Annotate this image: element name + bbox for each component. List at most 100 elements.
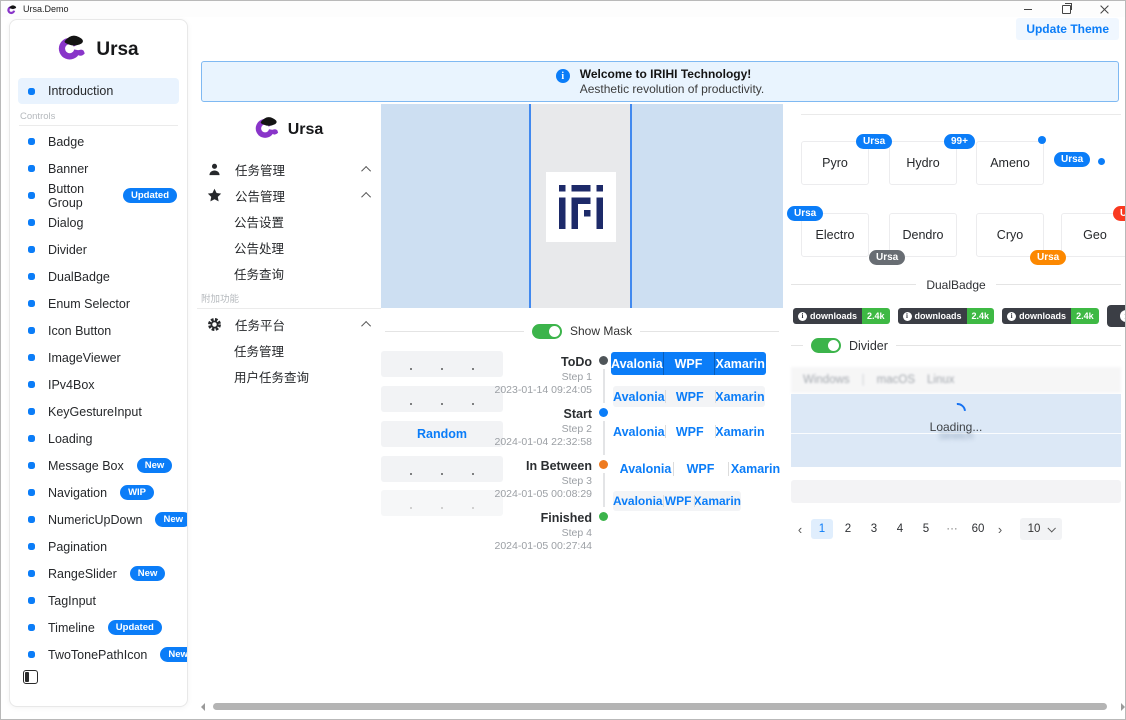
bullet-icon	[28, 543, 35, 550]
sidebar-item[interactable]: TwoTonePathIcon New	[18, 641, 179, 668]
button-group-button[interactable]: WPF	[663, 491, 694, 511]
button-group-button[interactable]: Avalonia	[613, 421, 665, 442]
page-button[interactable]: 1	[811, 519, 833, 539]
sidebar-item[interactable]: Navigation WIP	[18, 479, 179, 506]
mask-boundary-line[interactable]	[630, 104, 632, 308]
timeline-step-subtitle: Step 2	[562, 423, 592, 435]
bullet-icon	[28, 327, 35, 334]
menu-group-announcement-management[interactable]: 公告管理	[197, 182, 381, 208]
sidebar-collapse-button[interactable]	[23, 670, 38, 684]
sidebar-item[interactable]: Message Box New	[18, 452, 179, 479]
menu-subitem[interactable]: 任务查询	[197, 260, 381, 286]
divider-line	[640, 331, 779, 332]
button-group-button[interactable]: Avalonia	[611, 352, 663, 375]
mask-boundary-line[interactable]	[529, 104, 531, 308]
horizontal-scrollbar[interactable]	[197, 702, 1126, 712]
timeline-step-title: ToDo	[561, 355, 592, 369]
timeline-step-time: 2024-01-05 00:08:29	[495, 488, 593, 500]
menu-group-task-management[interactable]: 任务管理	[197, 156, 381, 182]
menu-group-task-platform[interactable]: 任务平台	[197, 311, 381, 337]
page-button[interactable]: 4	[889, 519, 911, 539]
button-group-button[interactable]: WPF	[665, 386, 715, 407]
close-button[interactable]	[1097, 3, 1111, 15]
sidebar-item[interactable]: NumericUpDown New	[18, 506, 179, 533]
scroll-right-icon[interactable]	[1121, 703, 1125, 711]
sidebar-item[interactable]: Button Group Updated	[18, 182, 179, 209]
bullet-icon	[28, 408, 35, 415]
tab-windows[interactable]: Windows	[803, 374, 850, 386]
sidebar-item[interactable]: Pagination	[18, 533, 179, 560]
sidebar-item[interactable]: Banner	[18, 155, 179, 182]
button-group-button[interactable]: Avalonia	[613, 491, 663, 511]
ipv4-input[interactable]	[381, 351, 503, 377]
prev-page-button[interactable]: ‹	[793, 522, 807, 537]
button-group-button[interactable]: Avalonia	[618, 458, 673, 480]
ipv4-input[interactable]	[381, 386, 503, 412]
menu-subitem[interactable]: 用户任务查询	[197, 363, 381, 389]
window-controls	[1021, 3, 1119, 15]
show-mask-toggle[interactable]	[532, 324, 562, 339]
menu-subitem[interactable]: 任务管理	[197, 337, 381, 363]
menu-subitem[interactable]: 公告处理	[197, 234, 381, 260]
sidebar-item[interactable]: Divider	[18, 236, 179, 263]
sidebar-item[interactable]: Badge	[18, 128, 179, 155]
sidebar-item-introduction[interactable]: Introduction	[18, 78, 179, 104]
button-group-button[interactable]: WPF	[665, 421, 715, 442]
timeline-step-time: 2023-01-14 09:24:05	[495, 384, 593, 396]
scroll-left-icon[interactable]	[201, 703, 205, 711]
button-group-button[interactable]: Xamarin	[715, 421, 765, 442]
sidebar-item[interactable]: DualBadge	[18, 263, 179, 290]
minimize-button[interactable]	[1021, 3, 1035, 15]
button-group-button[interactable]: Xamarin	[728, 458, 783, 480]
timeline-connector	[603, 369, 605, 403]
button-group-button[interactable]: Xamarin	[714, 352, 766, 375]
sidebar-item[interactable]: Icon Button	[18, 317, 179, 344]
page-button[interactable]: ···	[941, 519, 963, 539]
menu-subitem[interactable]: 公告设置	[197, 208, 381, 234]
button-group-button[interactable]: WPF	[663, 352, 715, 375]
star-icon	[207, 188, 222, 203]
image-viewer[interactable]	[381, 104, 783, 308]
timeline-step-subtitle: Step 1	[562, 371, 592, 383]
sidebar-item[interactable]: Loading	[18, 425, 179, 452]
divider-toggle[interactable]	[811, 338, 841, 353]
sidebar-item[interactable]: Timeline Updated	[18, 614, 179, 641]
random-button[interactable]: Random	[381, 421, 503, 447]
page-button[interactable]: 60	[967, 519, 989, 539]
sidebar-item[interactable]: Dialog	[18, 209, 179, 236]
sidebar-item[interactable]: IPv4Box	[18, 371, 179, 398]
button-group-button[interactable]: Xamarin	[715, 386, 765, 407]
button-group-small: AvaloniaWPFXamarin	[613, 491, 741, 511]
bullet-icon	[28, 516, 35, 523]
welcome-banner: i Welcome to IRIHI Technology! Aesthetic…	[201, 61, 1119, 102]
menu-group3-children: 任务管理 用户任务查询	[197, 337, 381, 389]
timeline-dot-icon	[599, 460, 608, 469]
sidebar-item[interactable]: RangeSlider New	[18, 560, 179, 587]
sidebar-item[interactable]: KeyGestureInput	[18, 398, 179, 425]
update-theme-button[interactable]: Update Theme	[1016, 18, 1119, 40]
bullet-icon	[28, 88, 35, 95]
page-button[interactable]: 5	[915, 519, 937, 539]
ipv4-input[interactable]	[381, 456, 503, 482]
maximize-button[interactable]	[1059, 3, 1073, 15]
page-button[interactable]: 2	[837, 519, 859, 539]
sidebar-item[interactable]: TagInput	[18, 587, 179, 614]
menu-logo: Ursa	[197, 114, 381, 145]
tab-macos[interactable]: macOS	[877, 374, 915, 386]
timeline-step-title: In Between	[526, 459, 592, 473]
timeline-step: Finished Step 4 2024-01-05 00:27:44	[489, 507, 619, 559]
tab-linux[interactable]: Linux	[927, 374, 955, 386]
sidebar-item[interactable]: Enum Selector	[18, 290, 179, 317]
sidebar-item[interactable]: ImageViewer	[18, 344, 179, 371]
button-group-button[interactable]: Xamarin	[694, 491, 741, 511]
brand-text: Ursa	[96, 39, 138, 61]
page-button[interactable]: 3	[863, 519, 885, 539]
page-size-select[interactable]: 10	[1020, 518, 1062, 540]
divider-line	[801, 114, 1121, 115]
scrollbar-thumb[interactable]	[213, 703, 1107, 710]
timeline-step-subtitle: Step 3	[562, 475, 592, 487]
button-group-button[interactable]: Avalonia	[613, 386, 665, 407]
next-page-button[interactable]: ›	[993, 522, 1007, 537]
button-group-button[interactable]: WPF	[673, 458, 728, 480]
dual-badge-value: 2.4k	[862, 308, 890, 324]
